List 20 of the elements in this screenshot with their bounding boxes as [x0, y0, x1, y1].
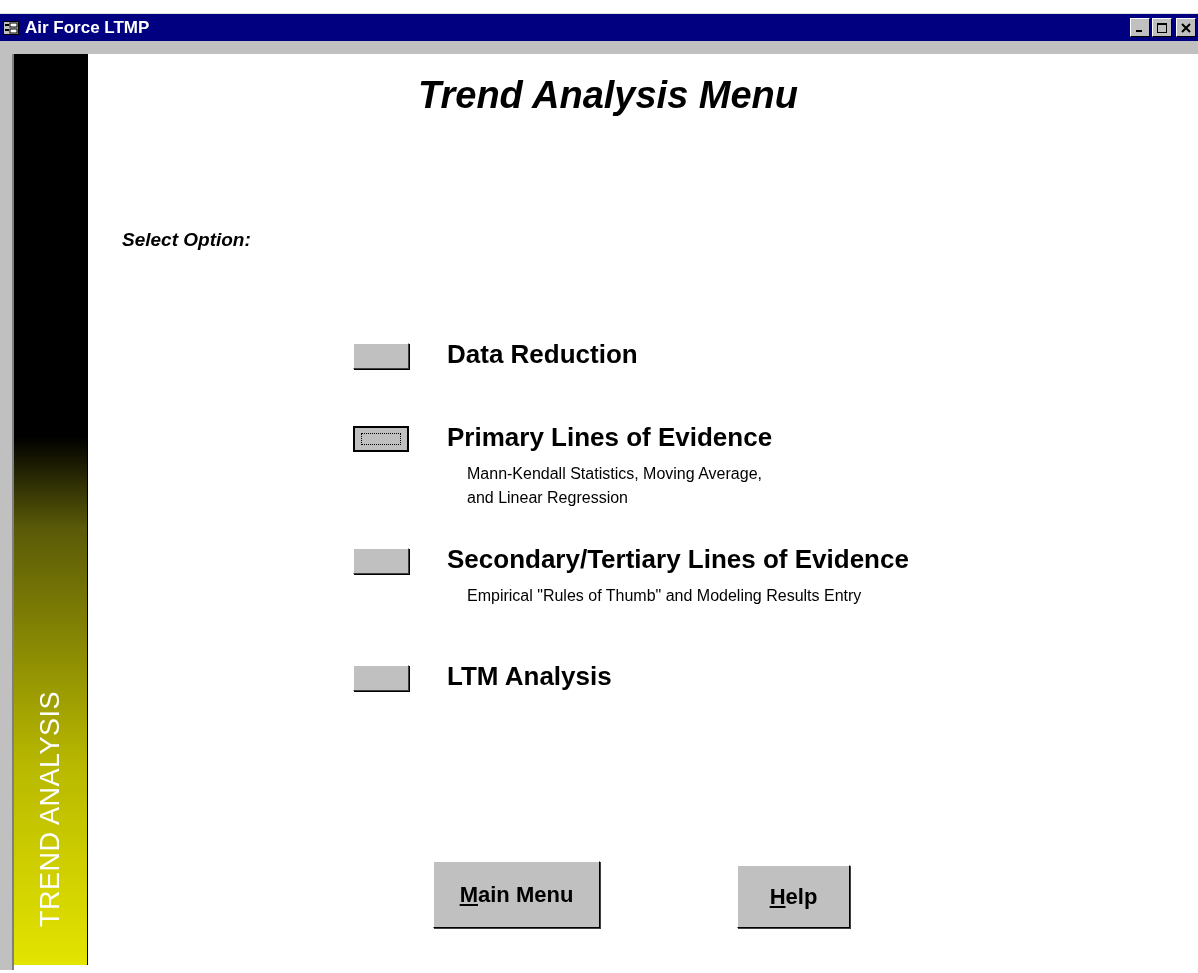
close-icon: [1181, 22, 1191, 33]
maximize-button[interactable]: [1152, 18, 1172, 37]
option-label: Primary Lines of Evidence: [447, 422, 773, 453]
option-description: Empirical "Rules of Thumb" and Modeling Results Entry: [467, 586, 863, 606]
option-label: Data Reduction: [447, 339, 638, 370]
window-title: Air Force LTMP: [25, 17, 151, 38]
option-label: LTM Analysis: [447, 661, 612, 692]
close-button[interactable]: [1176, 18, 1196, 37]
minimize-icon: [1136, 29, 1142, 32]
option-button[interactable]: [353, 426, 409, 452]
maximize-icon: [1157, 22, 1167, 33]
page-heading: Trend Analysis Menu: [416, 74, 800, 117]
command-button[interactable]: Help: [737, 865, 850, 928]
sidebar-label: TREND ANALYSIS: [35, 690, 66, 927]
prompt-label: Select Option:: [122, 229, 252, 251]
command-button[interactable]: Main Menu: [433, 861, 600, 928]
minimize-button[interactable]: [1130, 18, 1150, 37]
form-icon: [3, 20, 19, 35]
option-description: Mann-Kendall Statistics, Moving Average, and Linear Regression: [467, 464, 763, 508]
option-label: Secondary/Tertiary Lines of Evidence: [447, 544, 909, 575]
